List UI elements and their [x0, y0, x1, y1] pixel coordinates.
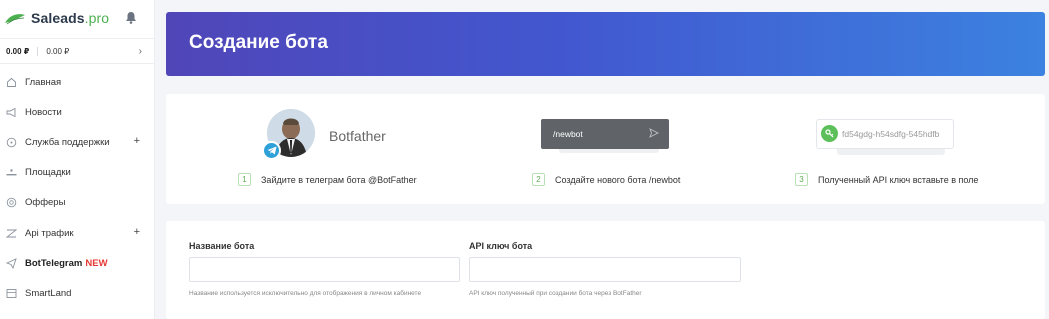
send-icon [649, 128, 660, 138]
bot-form: Название бота Название используется искл… [166, 221, 1045, 319]
sidebar-item-api-traffic[interactable]: Api трафик + [0, 218, 154, 248]
sidebar-item-label: SmartLand [25, 287, 72, 299]
key-icon [821, 125, 838, 142]
send-icon [5, 257, 17, 269]
landing-icon [5, 287, 17, 299]
bot-name: Botfather [329, 128, 386, 144]
balance-main: 0.00 ₽ [6, 46, 39, 56]
offers-icon [5, 197, 17, 209]
chat-icon [5, 136, 17, 148]
api-key-input[interactable] [469, 257, 741, 282]
step-3: 3 Полученный API ключ вставьте в поле [795, 173, 978, 186]
sidebar-item-support[interactable]: Служба поддержки + [0, 127, 154, 157]
balance-switcher[interactable]: 0.00 ₽ 0.00 ₽ › [0, 38, 154, 64]
step-2: 2 Создайте нового бота /newbot [532, 173, 680, 186]
bell-icon[interactable] [125, 11, 137, 24]
sidebar-item-bottelegram[interactable]: BotTelegram NEW [0, 248, 154, 278]
sidebar-item-home[interactable]: Главная [0, 67, 154, 97]
step-text: Зайдите в телеграм бота @BotFather [261, 174, 417, 185]
sidebar-item-label: Новости [25, 106, 62, 118]
api-key-hint: API ключ полученный при создании бота че… [469, 290, 642, 297]
instructions-card: Botfather /newbot fd54gdg-h54sdfg-545hdf… [166, 94, 1045, 204]
step-text: Создайте нового бота /newbot [555, 174, 681, 185]
command-message: /newbot [541, 119, 669, 149]
expand-plus-icon[interactable]: + [134, 226, 140, 238]
bot-name-input[interactable] [189, 257, 460, 282]
sidebar-item-label: Площадки [25, 167, 71, 179]
sidebar-item-sites[interactable]: Площадки [0, 158, 154, 188]
api-key-label: API ключ бота [469, 241, 533, 251]
sidebar-item-label: Api трафик [25, 227, 74, 239]
step-number: 1 [238, 173, 251, 186]
sidebar-item-label: Офферы [25, 197, 66, 209]
step-1: 1 Зайдите в телеграм бота @BotFather [238, 173, 417, 186]
step-number: 2 [532, 173, 545, 186]
sites-icon [5, 167, 17, 179]
sidebar-item-offers[interactable]: Офферы [0, 188, 154, 218]
chevron-right-icon: › [138, 46, 142, 57]
balance-secondary: 0.00 ₽ [46, 46, 70, 56]
page-title: Создание бота [189, 32, 328, 53]
page-header: Создание бота [166, 12, 1045, 76]
telegram-icon [262, 141, 281, 160]
sidebar-item-news[interactable]: Новости [0, 97, 154, 127]
sidebar-item-smartland[interactable]: SmartLand [0, 278, 154, 308]
sidebar-item-label: BotTelegram [25, 257, 83, 269]
bot-name-hint: Название используется исключительно для … [189, 290, 422, 297]
step-number: 3 [795, 173, 808, 186]
command-text: /newbot [553, 129, 583, 139]
sidebar: Saleads.pro 0.00 ₽ 0.00 ₽ › Главная Ново… [0, 0, 155, 319]
step-text: Полученный API ключ вставьте в поле [818, 174, 979, 185]
sidebar-item-label: Главная [25, 76, 62, 88]
brand-name: Saleads.pro [31, 10, 110, 26]
home-icon [5, 76, 17, 88]
new-badge: NEW [85, 257, 108, 269]
sidebar-nav: Главная Новости Служба поддержки + Площа… [0, 67, 154, 309]
megaphone-icon [5, 106, 17, 118]
api-key-text: fd54gdg-h54sdfg-545hdfb [842, 129, 940, 139]
leaf-logo-icon [4, 12, 26, 25]
expand-plus-icon[interactable]: + [134, 135, 140, 147]
logo[interactable]: Saleads.pro [0, 0, 154, 36]
api-icon [5, 227, 17, 239]
api-key-example: fd54gdg-h54sdfg-545hdfb [816, 119, 954, 149]
bot-name-label: Название бота [189, 241, 255, 251]
sidebar-item-label: Служба поддержки [25, 136, 110, 148]
